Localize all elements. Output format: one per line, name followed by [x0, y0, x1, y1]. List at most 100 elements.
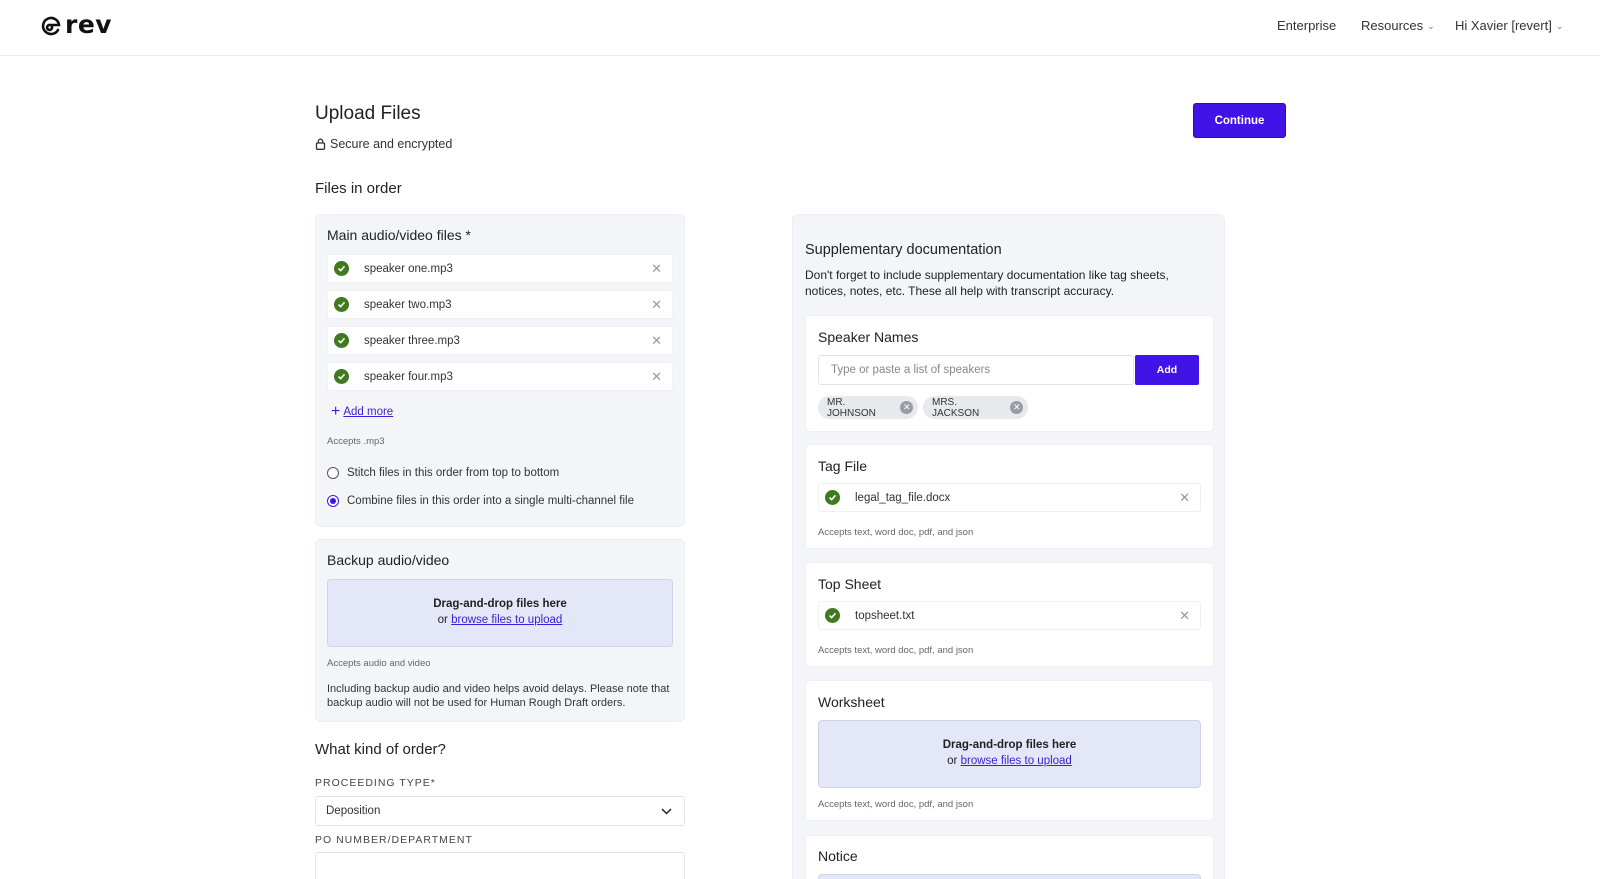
chevron-down-icon: ⌄	[1555, 21, 1564, 31]
radio-button[interactable]	[327, 467, 339, 479]
check-circle-icon	[334, 297, 349, 312]
dropzone-subtext: or browse files to upload	[819, 755, 1200, 767]
accepts-note: Accepts text, word doc, pdf, and json	[818, 799, 974, 810]
main-files-title: Main audio/video files *	[327, 227, 471, 243]
remove-file-icon[interactable]: ✕	[651, 369, 662, 385]
check-circle-icon	[334, 369, 349, 384]
brand-name: rev	[65, 10, 113, 39]
files-section-title: Files in order	[315, 180, 402, 197]
secure-text: Secure and encrypted	[330, 137, 453, 151]
stitch-option-label: Stitch files in this order from top to b…	[347, 467, 560, 479]
worksheet-dropzone[interactable]: Drag-and-drop files here or browse files…	[818, 720, 1201, 788]
remove-chip-icon[interactable]: ✕	[900, 401, 913, 414]
combine-option[interactable]: Combine files in this order into a singl…	[327, 495, 634, 507]
user-menu[interactable]: Hi Xavier [revert] ⌄	[1455, 18, 1563, 33]
worksheet-title: Worksheet	[818, 694, 885, 710]
accepts-mp3-note: Accepts .mp3	[327, 436, 385, 447]
chevron-down-icon: ⌄	[1427, 21, 1435, 31]
radio-button-selected[interactable]	[327, 495, 339, 507]
nav-enterprise-label: Enterprise	[1277, 18, 1337, 33]
nav-resources-label: Resources	[1361, 18, 1424, 33]
check-circle-icon	[334, 261, 349, 276]
remove-file-icon[interactable]: ✕	[1179, 490, 1190, 506]
backup-title: Backup audio/video	[327, 552, 450, 568]
dropzone-heading: Drag-and-drop files here	[433, 598, 567, 610]
speaker-chip: MRS. JACKSON ✕	[923, 396, 1028, 419]
speaker-names-title: Speaker Names	[818, 329, 919, 345]
worksheet-card: Worksheet Drag-and-drop files here or br…	[805, 680, 1214, 821]
backup-panel: Backup audio/video Drag-and-drop files h…	[315, 539, 685, 722]
proceeding-type-value: Deposition	[326, 805, 381, 817]
chevron-down-icon	[661, 807, 672, 815]
notice-title: Notice	[818, 848, 858, 864]
dropzone-or: or	[437, 614, 448, 626]
speaker-chip: MR. JOHNSON ✕	[818, 396, 918, 419]
nav-resources[interactable]: Resources ⌄	[1361, 18, 1435, 33]
po-number-label: PO NUMBER/DEPARTMENT	[315, 834, 473, 846]
speaker-names-card: Speaker Names Type or paste a list of sp…	[805, 315, 1214, 432]
supplementary-title: Supplementary documentation	[805, 242, 1002, 258]
remove-file-icon[interactable]: ✕	[651, 333, 662, 349]
continue-button[interactable]: Continue	[1193, 103, 1286, 138]
secure-indicator: Secure and encrypted	[315, 137, 452, 151]
nav-enterprise[interactable]: Enterprise	[1277, 18, 1336, 33]
add-speaker-button[interactable]: Add	[1135, 355, 1199, 385]
order-section-title: What kind of order?	[315, 741, 446, 758]
combine-option-label: Combine files in this order into a singl…	[347, 495, 635, 507]
remove-file-icon[interactable]: ✕	[651, 297, 662, 313]
check-circle-icon	[825, 608, 840, 623]
plus-icon: +	[331, 403, 341, 420]
remove-chip-icon[interactable]: ✕	[1010, 401, 1023, 414]
tag-file-card: Tag File legal_tag_file.docx ✕ Accepts t…	[805, 444, 1214, 549]
backup-info-note: Including backup audio and video helps a…	[327, 682, 669, 710]
dropzone-or: or	[947, 755, 958, 767]
backup-info-line: backup audio will not be used for Human …	[327, 697, 626, 709]
file-row: speaker two.mp3 ✕	[327, 290, 673, 319]
backup-dropzone[interactable]: Drag-and-drop files here or browse files…	[327, 579, 673, 647]
top-header: rev Enterprise Resources ⌄ Hi Xavier [re…	[0, 0, 1600, 56]
remove-file-icon[interactable]: ✕	[1179, 608, 1190, 624]
file-row: speaker three.mp3 ✕	[327, 326, 673, 355]
lock-icon	[315, 138, 326, 150]
rev-logo[interactable]: rev	[40, 10, 113, 40]
browse-files-link[interactable]: browse files to upload	[961, 755, 1072, 767]
file-name: speaker three.mp3	[364, 334, 460, 347]
notice-dropzone[interactable]	[818, 874, 1201, 879]
rev-swirl-icon	[41, 16, 61, 36]
file-row: speaker four.mp3 ✕	[327, 362, 673, 391]
check-circle-icon	[334, 333, 349, 348]
proceeding-type-label: PROCEEDING TYPE*	[315, 777, 436, 789]
stitch-option[interactable]: Stitch files in this order from top to b…	[327, 467, 559, 479]
tag-file-title: Tag File	[818, 458, 868, 474]
file-name: speaker four.mp3	[364, 370, 453, 383]
speaker-chip-label: MR. JOHNSON	[827, 396, 876, 419]
file-name: legal_tag_file.docx	[855, 491, 951, 504]
browse-files-link[interactable]: browse files to upload	[451, 614, 562, 626]
speaker-chip-label: MRS. JACKSON	[932, 396, 980, 419]
backup-info-line: Including backup audio and video helps a…	[327, 683, 670, 695]
accepts-note: Accepts text, word doc, pdf, and json	[818, 527, 974, 538]
file-name: topsheet.txt	[855, 609, 915, 622]
dropzone-heading: Drag-and-drop files here	[942, 739, 1077, 751]
description-line: notices, notes, etc. These all help with…	[805, 284, 1115, 298]
top-sheet-title: Top Sheet	[818, 576, 882, 592]
check-circle-icon	[825, 490, 840, 505]
accepts-audio-video-note: Accepts audio and video	[327, 658, 431, 669]
remove-file-icon[interactable]: ✕	[651, 261, 662, 277]
notice-card: Notice	[805, 835, 1214, 879]
dropzone-subtext: or browse files to upload	[328, 614, 672, 626]
file-name: speaker two.mp3	[364, 298, 452, 311]
file-name: speaker one.mp3	[364, 262, 453, 275]
page-title: Upload Files	[315, 103, 421, 124]
top-sheet-card: Top Sheet topsheet.txt ✕ Accepts text, w…	[805, 562, 1214, 667]
add-more-link[interactable]: + Add more	[331, 404, 393, 420]
add-more-label: Add more	[343, 406, 394, 418]
main-files-panel: Main audio/video files * speaker one.mp3…	[315, 214, 685, 527]
po-number-input[interactable]	[315, 852, 685, 879]
supplementary-description: Don't forget to include supplementary do…	[805, 267, 1169, 299]
speaker-names-input[interactable]: Type or paste a list of speakers	[818, 355, 1134, 385]
file-row: legal_tag_file.docx ✕	[818, 483, 1201, 512]
accepts-note: Accepts text, word doc, pdf, and json	[818, 645, 974, 656]
proceeding-type-select[interactable]: Deposition	[315, 796, 685, 826]
supplementary-panel: Supplementary documentation Don't forget…	[792, 214, 1225, 879]
